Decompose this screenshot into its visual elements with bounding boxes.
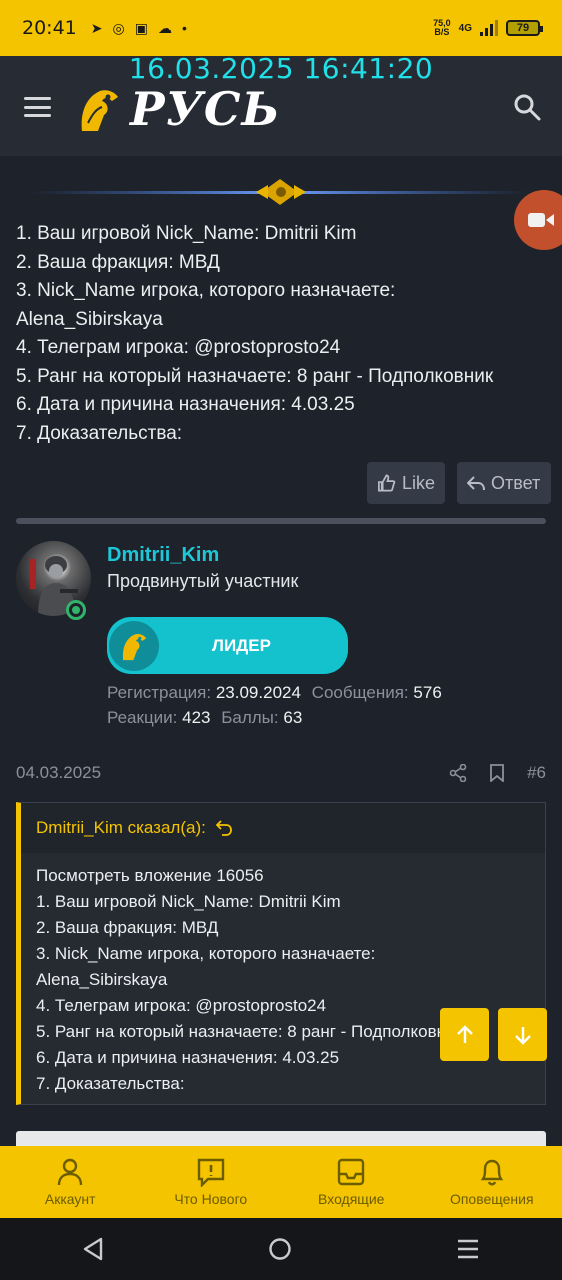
- nav-whats-new[interactable]: Что Нового: [146, 1157, 276, 1207]
- quote-line: Alena_Sibirskaya: [36, 970, 168, 989]
- registration-date: 23.09.2024: [215, 683, 301, 702]
- inbox-icon: [338, 1158, 365, 1186]
- quote-header[interactable]: Dmitrii_Kim сказал(а):: [21, 803, 545, 853]
- post-line: 3. Nick_Name игрока, которого назначаете…: [16, 280, 396, 301]
- quote-line: 3. Nick_Name игрока, которого назначаете…: [36, 944, 376, 963]
- like-button[interactable]: Like: [367, 462, 445, 504]
- reply-button[interactable]: Ответ: [457, 462, 551, 504]
- author-username[interactable]: Dmitrii_Kim: [107, 544, 219, 567]
- points-count: 63: [283, 708, 303, 727]
- status-bar: 20:41 ➤ ◎ ▣ ☁ • 75,0 B/S 4G 79: [0, 0, 562, 56]
- logo-text: РУСЬ: [130, 82, 281, 136]
- quote-body: Посмотреть вложение 16056 1. Ваш игровой…: [21, 853, 545, 1107]
- arrow-down-icon: [514, 1026, 531, 1045]
- author-stats-row-2: Реакции: 423 Баллы: 63: [107, 708, 303, 727]
- post-line: 5. Ранг на который назначаете: 8 ранг - …: [16, 365, 494, 387]
- game-icon: ☁: [157, 19, 172, 36]
- more-notifications-icon: •: [181, 20, 187, 36]
- nav-alerts[interactable]: Оповещения: [427, 1157, 557, 1207]
- post-separator: [16, 518, 546, 524]
- online-status-icon: [66, 600, 86, 620]
- bookmark-icon[interactable]: [489, 764, 505, 782]
- quote-line: 7. Доказательства:: [36, 1074, 185, 1093]
- horse-logo-icon: [109, 620, 159, 671]
- banner-label: ЛИДЕР: [212, 635, 271, 655]
- horse-logo-icon: [81, 90, 118, 131]
- signal-icon: [480, 20, 498, 36]
- post-line: 7. Доказательства:: [16, 422, 183, 444]
- emblem-divider: [30, 179, 532, 205]
- reply-icon: [467, 476, 485, 491]
- post-actions: #6: [449, 763, 546, 783]
- network-type: 4G: [458, 22, 472, 34]
- share-icon[interactable]: [449, 764, 467, 782]
- post-line: 4. Телеграм игрока: @prostoprosto24: [16, 337, 341, 358]
- arrow-up-icon: [456, 1024, 473, 1043]
- post-number[interactable]: #6: [527, 763, 546, 783]
- bottom-nav: Аккаунт Что Нового Входящие Оповещения: [0, 1146, 562, 1218]
- back-icon[interactable]: [82, 1237, 104, 1261]
- post-line: 2. Ваша фракция: МВД: [16, 251, 220, 273]
- quote-line: 2. Ваша фракция: МВД: [36, 918, 219, 937]
- telegram-icon: ➤: [90, 19, 103, 36]
- author-title: Продвинутый участник: [107, 571, 299, 591]
- post-line: 1. Ваш игровой Nick_Name: Dmitrii Kim: [16, 223, 357, 244]
- notification-icons: ➤ ◎ ▣ ☁ •: [91, 20, 187, 37]
- scroll-down-button[interactable]: [498, 1008, 547, 1061]
- reaction-count: 423: [182, 708, 211, 727]
- scroll-up-button[interactable]: [440, 1008, 489, 1061]
- news-icon: [197, 1158, 224, 1187]
- status-time: 20:41: [22, 17, 77, 39]
- post-line: 6. Дата и причина назначения: 4.03.25: [16, 394, 355, 415]
- previous-post-body: 1. Ваш игровой Nick_Name: Dmitrii Kim 2.…: [16, 220, 556, 448]
- menu-icon[interactable]: [24, 97, 51, 117]
- go-to-quote-icon[interactable]: [215, 820, 232, 836]
- message-count[interactable]: 576: [413, 683, 441, 702]
- quote-author[interactable]: Dmitrii_Kim сказал(а):: [36, 818, 206, 838]
- recent-apps-icon[interactable]: [456, 1238, 480, 1260]
- user-banner: ЛИДЕР: [107, 617, 348, 674]
- nav-inbox[interactable]: Входящие: [286, 1157, 416, 1207]
- timestamp-overlay: 16.03.2025 16:41:20: [128, 52, 434, 85]
- nav-account[interactable]: Аккаунт: [5, 1157, 135, 1207]
- site-logo[interactable]: РУСЬ: [74, 82, 281, 136]
- bell-icon: [480, 1159, 503, 1186]
- attachment-link[interactable]: Посмотреть вложение 16056: [36, 863, 530, 889]
- author-stats-row-1: Регистрация: 23.09.2024 Сообщения: 576: [107, 683, 442, 702]
- thumbs-up-icon: [378, 474, 396, 492]
- battery-icon: 79: [506, 20, 543, 36]
- person-icon: [58, 1158, 83, 1186]
- net-speed: 75,0 B/S: [433, 18, 451, 37]
- post-date[interactable]: 04.03.2025: [16, 763, 101, 783]
- home-icon[interactable]: [268, 1237, 292, 1261]
- post-line: Alena_Sibirskaya: [16, 308, 163, 330]
- system-navigation-bar: [0, 1218, 562, 1280]
- calendar-icon: ▣: [134, 19, 148, 36]
- chat-icon: ◎: [112, 19, 125, 36]
- quote-line: 1. Ваш игровой Nick_Name: Dmitrii Kim: [36, 892, 341, 911]
- search-icon[interactable]: [512, 92, 542, 127]
